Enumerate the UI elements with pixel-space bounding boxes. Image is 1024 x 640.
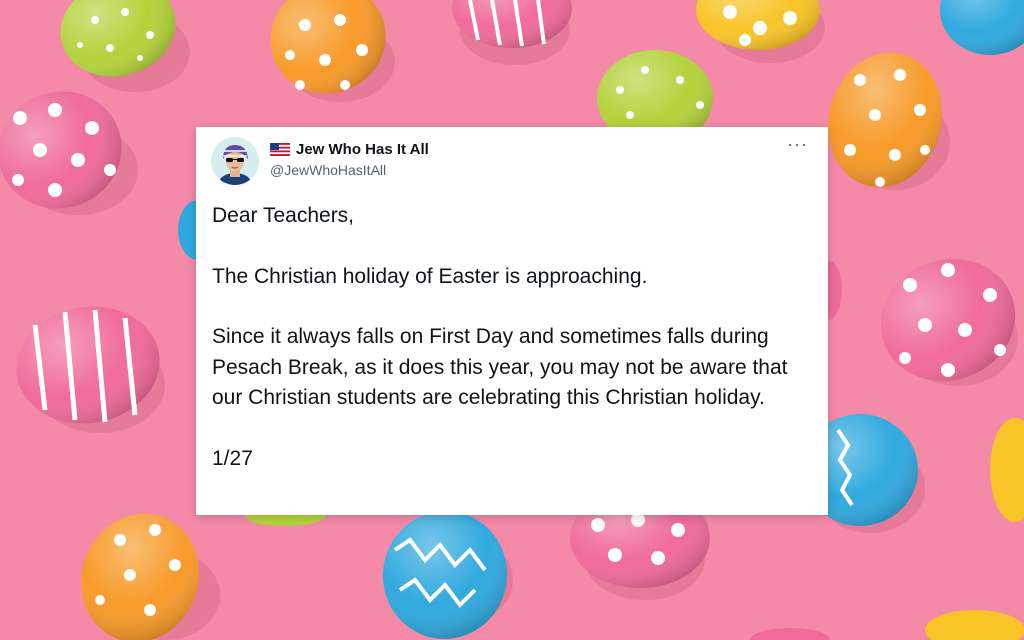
- avatar[interactable]: [211, 137, 259, 185]
- tweet-body: Dear Teachers, The Christian holiday of …: [212, 201, 812, 474]
- tweet-paragraph-2: The Christian holiday of Easter is appro…: [212, 264, 648, 288]
- thread-counter: 1/27: [212, 446, 253, 470]
- tweet-author: Jew Who Has It All @JewWhoHasItAll: [270, 140, 429, 178]
- tweet-card: Jew Who Has It All @JewWhoHasItAll ··· D…: [196, 127, 828, 515]
- author-handle[interactable]: @JewWhoHasItAll: [270, 162, 429, 178]
- author-name[interactable]: Jew Who Has It All: [296, 141, 429, 158]
- avatar-image-icon: [211, 137, 259, 185]
- more-options-icon[interactable]: ···: [787, 133, 808, 155]
- tweet-paragraph-3: Since it always falls on First Day and s…: [212, 325, 788, 409]
- us-flag-icon: [270, 142, 290, 156]
- author-name-row: Jew Who Has It All: [270, 140, 429, 158]
- tweet-paragraph-1: Dear Teachers,: [212, 204, 355, 227]
